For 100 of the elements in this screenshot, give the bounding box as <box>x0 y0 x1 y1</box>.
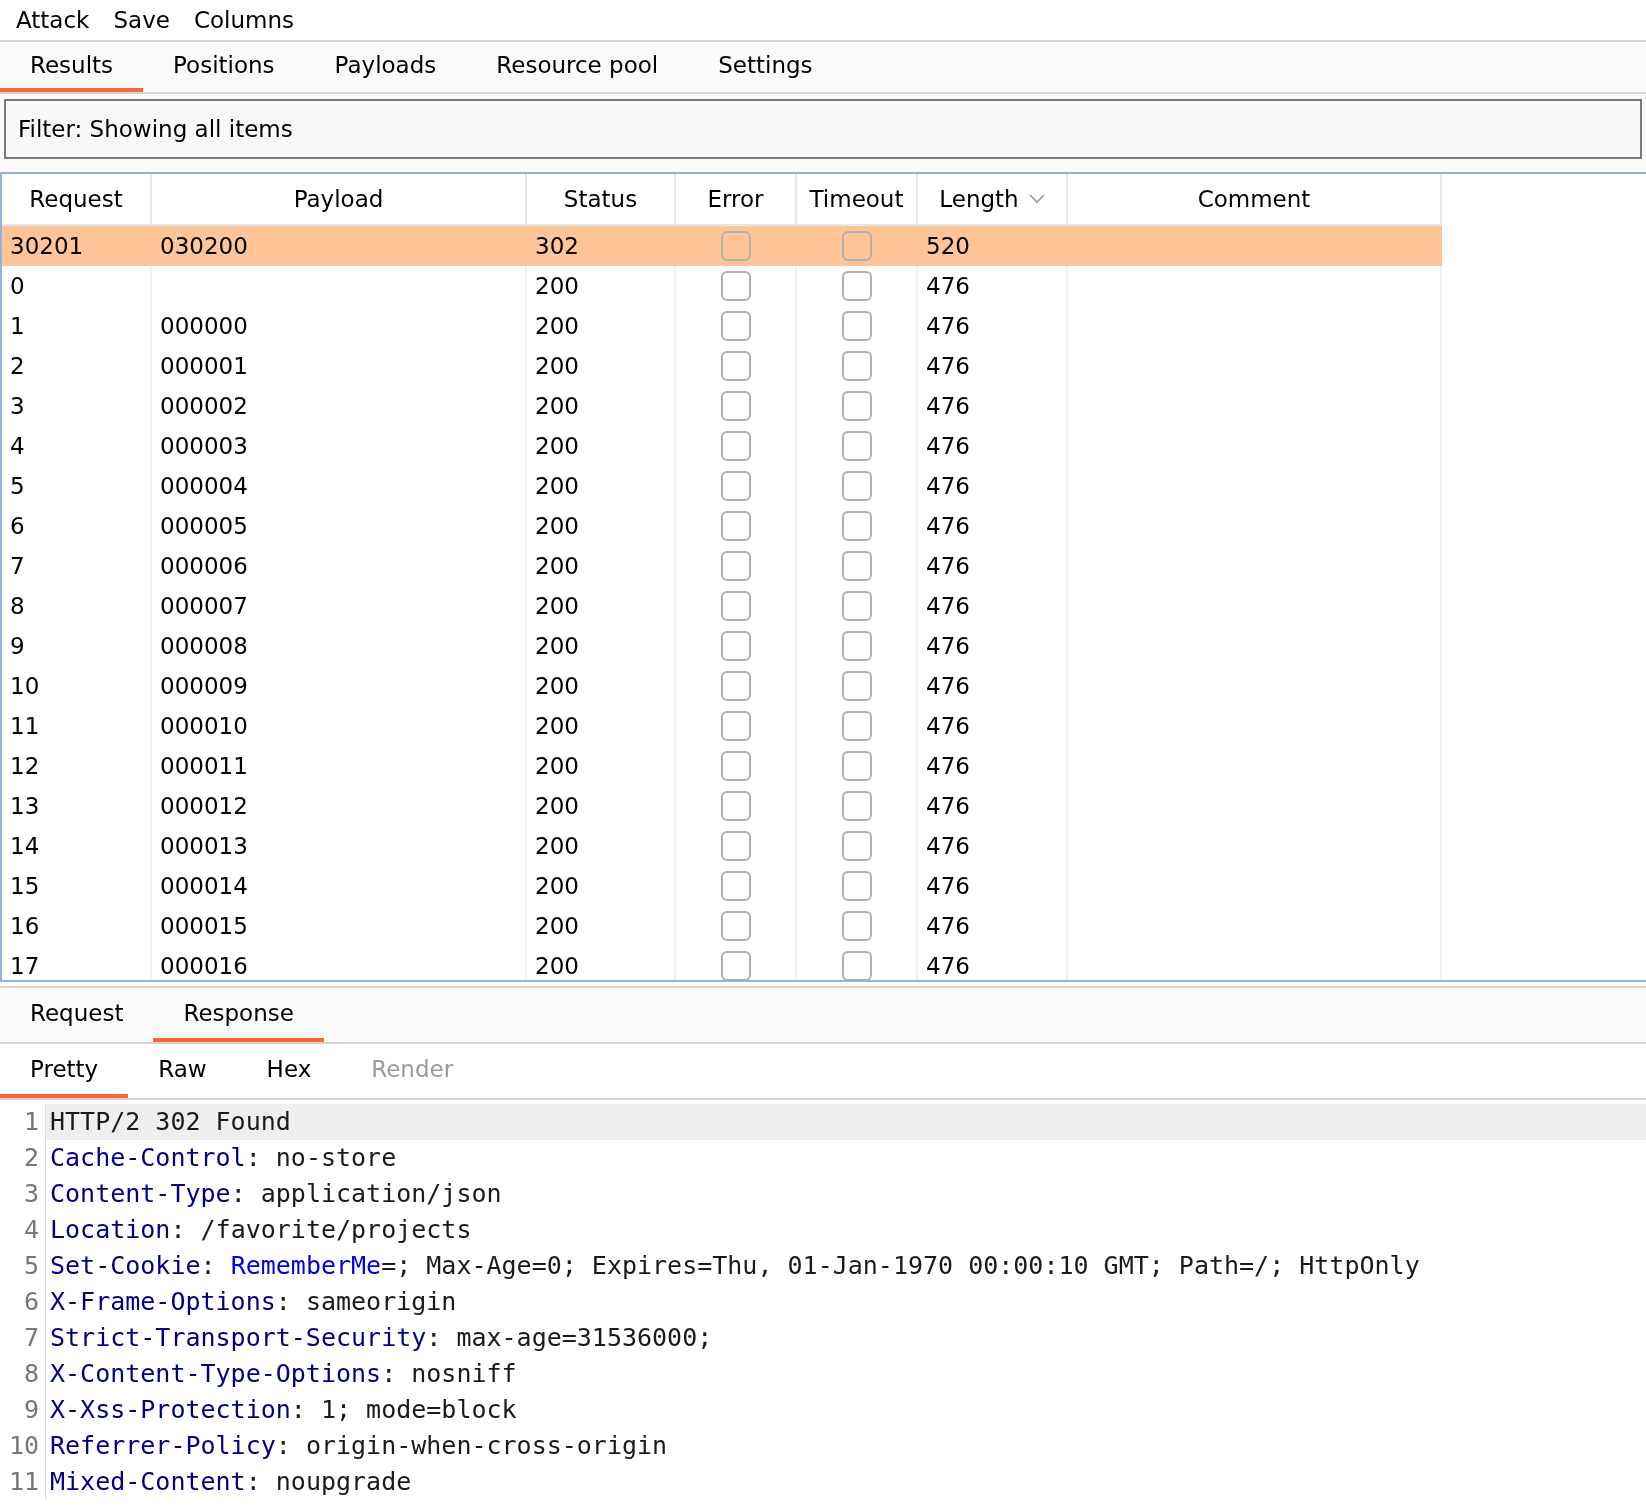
table-row[interactable]: 11 000010 200 476 <box>2 706 1442 746</box>
table-row[interactable]: 4 000003 200 476 <box>2 426 1442 466</box>
table-row[interactable]: 9 000008 200 476 <box>2 626 1442 666</box>
line-number: 11 <box>0 1464 46 1500</box>
table-cell-text: 000016 <box>160 951 248 980</box>
table-cell-text: 1 <box>10 311 25 341</box>
line-number: 8 <box>0 1356 46 1392</box>
code-line: Mixed-Content: noupgrade <box>49 1466 413 1499</box>
table-row[interactable]: 5 000004 200 476 <box>2 466 1442 506</box>
tab[interactable]: Hex <box>236 1044 342 1098</box>
table-cell-text: 000012 <box>160 791 248 821</box>
table-cell-text: 476 <box>926 631 970 661</box>
table-cell-text: 000009 <box>160 671 248 701</box>
table-cell-text: 000015 <box>160 911 248 941</box>
table-cell-text: 000004 <box>160 471 248 501</box>
table-cell-text: 200 <box>535 671 579 701</box>
table-cell-text: 3 <box>10 391 25 421</box>
tab[interactable]: Payloads <box>304 42 467 92</box>
table-cell-text: 200 <box>535 631 579 661</box>
table-cell-text: 0 <box>10 271 25 301</box>
code-line: X-Content-Type-Options: nosniff <box>49 1358 518 1391</box>
tab[interactable]: Request <box>0 988 154 1042</box>
table-row[interactable]: 2 000001 200 476 <box>2 346 1442 386</box>
table-row[interactable]: 14 000013 200 476 <box>2 826 1442 866</box>
table-cell-text: 4 <box>10 431 25 461</box>
table-row[interactable]: 15 000014 200 476 <box>2 866 1442 906</box>
table-row[interactable]: 10 000009 200 476 <box>2 666 1442 706</box>
code-line: Content-Type: application/json <box>49 1178 503 1211</box>
table-cell-text: 476 <box>926 431 970 461</box>
table-cell-text: 000013 <box>160 831 248 861</box>
menu-item[interactable]: Columns <box>181 0 306 40</box>
table-cell-text: 7 <box>10 551 25 581</box>
table-cell-text: 520 <box>926 231 970 261</box>
code-line: Location: /favorite/projects <box>49 1214 473 1247</box>
table-cell-text: 476 <box>926 351 970 381</box>
table-cell-text: 10 <box>10 671 40 701</box>
tab[interactable]: Pretty <box>0 1044 129 1098</box>
line-number: 6 <box>0 1284 46 1320</box>
table-cell-text: 000002 <box>160 391 248 421</box>
filter-text: Filter: Showing all items <box>18 114 293 144</box>
table-cell-text: 000006 <box>160 551 248 581</box>
table-row[interactable]: 12 000011 200 476 <box>2 746 1442 786</box>
line-number: 4 <box>0 1212 46 1248</box>
table-cell-text: 200 <box>535 911 579 941</box>
table-cell-text: 000007 <box>160 591 248 621</box>
table-cell-text: 8 <box>10 591 25 621</box>
tab[interactable]: Settings <box>688 42 843 92</box>
table-cell-text: 5 <box>10 471 25 501</box>
table-cell-text: 6 <box>10 511 25 541</box>
table-row[interactable]: 13 000012 200 476 <box>2 786 1442 826</box>
table-cell-text: 000005 <box>160 511 248 541</box>
code-line: X-Xss-Protection: 1; mode=block <box>49 1394 518 1427</box>
table-cell-text: 302 <box>535 231 579 261</box>
line-number: 9 <box>0 1392 46 1428</box>
filter-bar[interactable]: Filter: Showing all items <box>4 99 1642 159</box>
table-row[interactable]: 7 000006 200 476 <box>2 546 1442 586</box>
tab[interactable]: Raw <box>128 1044 237 1098</box>
table-cell-text: 200 <box>535 591 579 621</box>
table-cell-text: 476 <box>926 391 970 421</box>
menu-item[interactable]: Attack <box>4 0 102 40</box>
table-cell-text: 000011 <box>160 751 248 781</box>
table-cell-text: 200 <box>535 271 579 301</box>
table-row[interactable]: 6 000005 200 476 <box>2 506 1442 546</box>
table-cell-text: 476 <box>926 911 970 941</box>
code-line: Set-Cookie: RememberMe=; Max-Age=0; Expires=Thu, 01-Jan-1970 00:00:10 GMT; Path=/; HttpOnly <box>49 1250 1421 1283</box>
line-number: 10 <box>0 1428 46 1464</box>
table-cell-text: 000000 <box>160 311 248 341</box>
line-number: 2 <box>0 1140 46 1176</box>
table-cell-text: 30201 <box>10 231 84 261</box>
tab[interactable]: Resource pool <box>466 42 689 92</box>
menu-item[interactable]: Save <box>101 0 182 40</box>
table-cell-text: 476 <box>926 951 970 980</box>
table-cell-text: 200 <box>535 391 579 421</box>
table-cell-text: 16 <box>10 911 40 941</box>
table-cell-text: 476 <box>926 751 970 781</box>
table-cell-text: 476 <box>926 671 970 701</box>
line-number: 7 <box>0 1320 46 1356</box>
table-cell-text: 000014 <box>160 871 248 901</box>
table-cell-text: 200 <box>535 511 579 541</box>
table-cell-text: 15 <box>10 871 40 901</box>
table-cell-text: 476 <box>926 311 970 341</box>
table-cell-text: 9 <box>10 631 25 661</box>
table-cell-text: 200 <box>535 951 579 980</box>
tab[interactable]: Response <box>153 988 324 1042</box>
table-cell-text: 000001 <box>160 351 248 381</box>
table-cell-text: 2 <box>10 351 25 381</box>
table-cell-text: 476 <box>926 831 970 861</box>
table-cell-text: 000010 <box>160 711 248 741</box>
table-row[interactable]: 8 000007 200 476 <box>2 586 1442 626</box>
tab[interactable]: Positions <box>143 42 305 92</box>
table-row[interactable]: 1 000000 200 476 <box>2 306 1442 346</box>
table-cell-text: 476 <box>926 791 970 821</box>
table-cell-text: 200 <box>535 791 579 821</box>
table-row[interactable]: 3 000002 200 476 <box>2 386 1442 426</box>
table-row[interactable]: 0 200 476 <box>2 266 1442 306</box>
table-cell-text: 000008 <box>160 631 248 661</box>
table-cell-text: 476 <box>926 471 970 501</box>
table-cell-text: 476 <box>926 711 970 741</box>
table-row[interactable]: 30201 030200 302 520 <box>2 226 1442 266</box>
table-row[interactable]: 16 000015 200 476 <box>2 906 1442 946</box>
